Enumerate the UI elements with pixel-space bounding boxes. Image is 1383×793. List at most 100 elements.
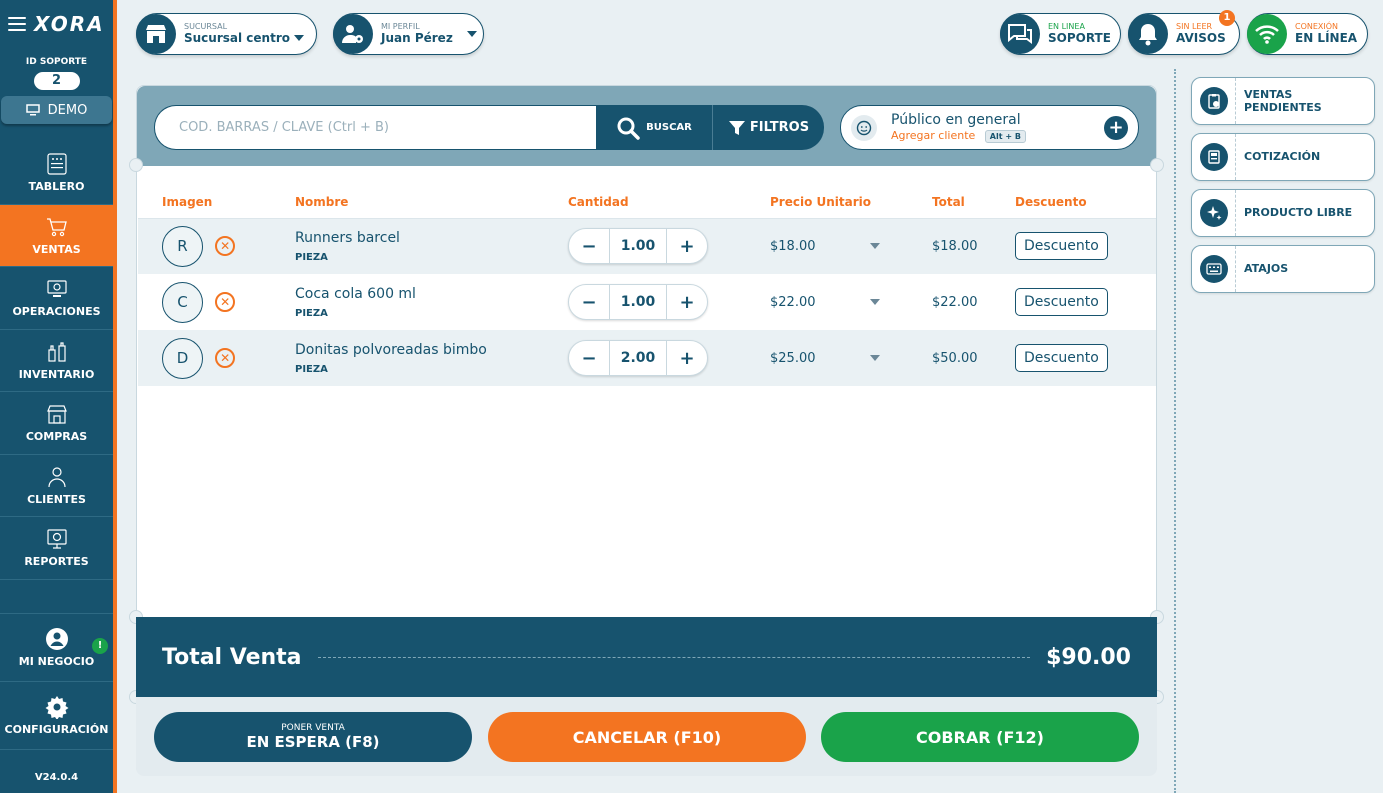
sidebar-item-label: VENTAS <box>32 242 81 256</box>
decrease-quantity-button[interactable]: − <box>569 236 609 257</box>
support-label: SOPORTE <box>1048 30 1111 45</box>
item-name-cell: Donitas polvoreadas bimbo PIEZA <box>295 330 568 386</box>
chevron-down-icon <box>293 35 304 42</box>
connection-label: EN LÍNEA <box>1295 30 1358 45</box>
reports-icon <box>46 529 67 549</box>
table-header-row: Imagen Nombre Cantidad Precio Unitario T… <box>138 186 1156 219</box>
chevron-down-icon <box>870 355 880 361</box>
table-row: C ✕ Coca cola 600 ml PIEZA − 1.00 + $22.… <box>138 274 1156 330</box>
support-button[interactable]: EN LINEA SOPORTE <box>1000 13 1121 55</box>
cancel-sale-button[interactable]: CANCELAR (F10) <box>488 712 806 762</box>
increase-quantity-button[interactable]: + <box>667 292 707 313</box>
sidebar-item-configuracion[interactable]: CONFIGURACIÓN <box>0 682 113 750</box>
sidebar-item-tablero[interactable]: TABLERO <box>0 142 113 205</box>
column-header-unit-price: Precio Unitario <box>770 186 932 219</box>
unit-price-selector[interactable]: $22.00 <box>770 295 880 310</box>
item-discount-cell: Descuento <box>1015 274 1156 330</box>
sale-total-bar: Total Venta $90.00 <box>136 617 1157 697</box>
table-row: R ✕ Runners barcel PIEZA − 1.00 + $18.00… <box>138 218 1156 274</box>
free-product-button[interactable]: PRODUCTO LIBRE <box>1191 189 1375 237</box>
column-header-name: Nombre <box>295 186 568 219</box>
sidebar-item-reportes[interactable]: REPORTES <box>0 517 113 580</box>
sidebar-item-label: TABLERO <box>28 180 85 194</box>
charge-button[interactable]: COBRAR (F12) <box>821 712 1139 762</box>
sidebar-item-inventario[interactable]: INVENTARIO <box>0 330 113 392</box>
increase-quantity-button[interactable]: + <box>667 236 707 257</box>
chevron-down-icon <box>870 243 880 250</box>
keyboard-icon <box>1199 255 1228 283</box>
add-client-plus-icon[interactable]: + <box>1104 115 1128 140</box>
sidebar-item-compras[interactable]: COMPRAS <box>0 392 113 455</box>
hold-sale-button[interactable]: PONER VENTA EN ESPERA (F8) <box>154 712 472 762</box>
profile-selector[interactable]: MI PERFIL Juan Pérez <box>333 13 484 55</box>
clipboard-clock-icon <box>1199 87 1228 115</box>
discount-button[interactable]: Descuento <box>1015 344 1108 372</box>
quotation-button[interactable]: COTIZACIÓN <box>1191 133 1375 181</box>
sidebar-item-operaciones[interactable]: OPERACIONES <box>0 267 113 330</box>
decrease-quantity-button[interactable]: − <box>569 348 609 369</box>
brand-logo: XORA <box>34 12 105 36</box>
app-version: V24.0.4 <box>34 772 79 783</box>
sparkle-icon <box>1199 199 1228 227</box>
clients-icon <box>47 467 66 487</box>
sidebar-item-label: OPERACIONES <box>12 305 101 319</box>
item-name-cell: Coca cola 600 ml PIEZA <box>295 274 568 330</box>
branch-selector[interactable]: SUCURSAL Sucursal centro <box>136 13 317 55</box>
store-icon <box>46 405 67 424</box>
quantity-value[interactable]: 1.00 <box>609 284 667 320</box>
decrease-quantity-button[interactable]: − <box>569 292 609 313</box>
product-unit: PIEZA <box>295 307 328 319</box>
demo-button[interactable]: DEMO <box>1 96 112 124</box>
unit-price: $18.00 <box>770 238 816 254</box>
sale-actions: PONER VENTA EN ESPERA (F8) CANCELAR (F10… <box>136 697 1157 776</box>
notices-button[interactable]: SIN LEER AVISOS 1 <box>1128 10 1240 55</box>
shortcuts-button[interactable]: ATAJOS <box>1191 245 1375 293</box>
add-client-link[interactable]: Agregar cliente Alt + B <box>891 129 1026 144</box>
sidebar-item-label: CONFIGURACIÓN <box>4 723 109 736</box>
sidebar-item-mi-negocio[interactable]: MI NEGOCIO ! <box>0 614 113 682</box>
unit-price-selector[interactable]: $18.00 <box>770 239 880 254</box>
remove-item-icon[interactable]: ✕ <box>215 348 236 368</box>
filters-button[interactable]: FILTROS <box>713 105 824 150</box>
user-gear-icon <box>333 14 373 54</box>
client-selector[interactable]: Público en general Agregar cliente Alt +… <box>840 105 1139 150</box>
connection-status[interactable]: CONEXIÓN EN LÍNEA <box>1247 13 1368 55</box>
remove-item-icon[interactable]: ✕ <box>215 236 236 257</box>
sidebar-item-label: REPORTES <box>24 555 89 569</box>
hold-sale-small-label: PONER VENTA <box>281 723 345 733</box>
pending-sales-button[interactable]: VENTAS PENDIENTES <box>1191 77 1375 125</box>
sidebar-item-clientes[interactable]: CLIENTES <box>0 455 113 517</box>
hamburger-menu-icon[interactable] <box>8 17 26 31</box>
gear-icon <box>45 696 68 719</box>
notices-count-badge: 1 <box>1219 10 1235 26</box>
sidebar-item-ventas[interactable]: VENTAS <box>0 204 113 267</box>
discount-button[interactable]: Descuento <box>1015 288 1108 316</box>
discount-button[interactable]: Descuento <box>1015 232 1108 261</box>
product-search-input[interactable] <box>179 120 596 135</box>
item-image-cell: R ✕ <box>138 218 295 274</box>
search-button[interactable]: BUSCAR <box>596 105 713 150</box>
sale-items-table: Imagen Nombre Cantidad Precio Unitario T… <box>138 186 1156 386</box>
item-name-cell: Runners barcel PIEZA <box>295 218 568 274</box>
smiley-face-icon <box>851 114 877 141</box>
item-image-cell: D ✕ <box>138 330 295 386</box>
increase-quantity-button[interactable]: + <box>667 348 707 369</box>
wifi-icon <box>1247 14 1287 54</box>
item-discount-cell: Descuento <box>1015 330 1156 386</box>
sidebar-item-label: INVENTARIO <box>18 367 95 381</box>
register-icon <box>1199 143 1228 171</box>
quantity-value[interactable]: 2.00 <box>609 340 667 376</box>
table-row: D ✕ Donitas polvoreadas bimbo PIEZA − 2.… <box>138 330 1156 386</box>
remove-item-icon[interactable]: ✕ <box>215 292 236 312</box>
quantity-value[interactable]: 1.00 <box>609 228 667 265</box>
sidebar-item-label: COMPRAS <box>25 430 88 444</box>
free-product-label: PRODUCTO LIBRE <box>1244 206 1353 220</box>
unit-price-selector[interactable]: $25.00 <box>770 351 880 366</box>
search-field-wrapper <box>154 105 596 150</box>
product-unit: PIEZA <box>295 251 328 263</box>
product-avatar: C <box>162 281 203 323</box>
item-price-cell: $25.00 <box>770 330 932 386</box>
monitor-icon <box>25 104 40 116</box>
sidebar-item-label: MI NEGOCIO <box>18 655 95 668</box>
sidebar-header: XORA <box>0 0 113 48</box>
